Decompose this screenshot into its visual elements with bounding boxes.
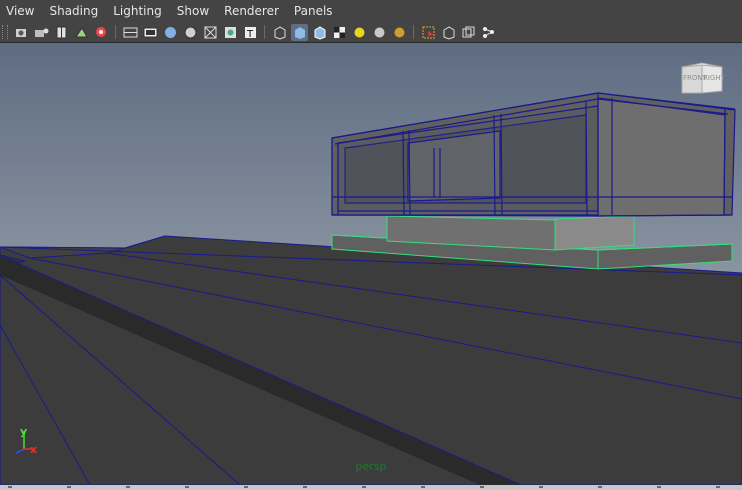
resolution-gate-icon[interactable] <box>142 24 159 41</box>
default-light-icon[interactable] <box>351 24 368 41</box>
timeline-tick <box>8 486 12 488</box>
bookmark-icon[interactable] <box>93 24 110 41</box>
all-lights-icon[interactable] <box>371 24 388 41</box>
scene-canvas[interactable] <box>0 43 742 485</box>
toolbar-separator <box>413 25 414 39</box>
timeline-tick <box>244 486 248 488</box>
xray-icon[interactable] <box>440 24 457 41</box>
camera-name-label: persp <box>355 460 387 473</box>
panel-toolbar: T <box>0 22 742 43</box>
menu-panels[interactable]: Panels <box>287 0 341 22</box>
image-plane-icon[interactable] <box>73 24 90 41</box>
smooth-shade-icon[interactable] <box>162 24 179 41</box>
timeline-tick <box>185 486 189 488</box>
timeline-tick <box>598 486 602 488</box>
view-cube[interactable]: FRONT RIGHT <box>680 61 725 97</box>
menu-lighting[interactable]: Lighting <box>106 0 170 22</box>
graph-icon[interactable] <box>480 24 497 41</box>
shaded-cube-icon[interactable] <box>290 23 308 41</box>
toolbar-grip[interactable] <box>2 25 8 39</box>
axis-x-label: x <box>30 443 38 456</box>
timeline-tick <box>539 486 543 488</box>
camera-tumble-icon[interactable] <box>33 24 50 41</box>
isolate-select-icon[interactable] <box>420 24 437 41</box>
xray-joints-icon[interactable] <box>460 24 477 41</box>
menu-bar: View Shading Lighting Show Renderer Panels <box>0 0 742 22</box>
text-icon[interactable]: T <box>242 24 259 41</box>
bounding-box-icon[interactable] <box>202 24 219 41</box>
timeline-tick <box>480 486 484 488</box>
film-gate-icon[interactable] <box>53 24 70 41</box>
menu-shading[interactable]: Shading <box>42 0 106 22</box>
checker-texture-icon[interactable] <box>331 24 348 41</box>
terrain-mesh <box>0 235 742 485</box>
menu-view[interactable]: View <box>0 0 42 22</box>
texture-icon[interactable] <box>222 24 239 41</box>
wireframe-cube-icon[interactable] <box>271 24 288 41</box>
axis-y-label: y <box>20 425 28 438</box>
svg-text:T: T <box>246 29 254 40</box>
shaded-wireframe-icon[interactable] <box>311 24 328 41</box>
shadows-icon[interactable] <box>391 24 408 41</box>
flat-shade-icon[interactable] <box>182 24 199 41</box>
timeline-tick <box>303 486 307 488</box>
timeline-tick <box>362 486 366 488</box>
perspective-viewport[interactable]: FRONT RIGHT y x persp <box>0 43 742 485</box>
toolbar-separator <box>115 25 116 39</box>
wireframe-grid-icon[interactable] <box>122 24 139 41</box>
timeline-tick <box>421 486 425 488</box>
menu-show[interactable]: Show <box>170 0 217 22</box>
timeline-tick <box>67 486 71 488</box>
axis-indicator: y x <box>6 425 46 461</box>
timeline-tick <box>126 486 130 488</box>
bottom-panel-edge <box>0 485 742 490</box>
viewcube-right-label[interactable]: RIGHT <box>703 74 725 82</box>
timeline-tick <box>657 486 661 488</box>
toolbar-separator <box>264 25 265 39</box>
camera-attributes-icon[interactable] <box>13 24 30 41</box>
menu-renderer[interactable]: Renderer <box>217 0 287 22</box>
timeline-tick <box>716 486 720 488</box>
